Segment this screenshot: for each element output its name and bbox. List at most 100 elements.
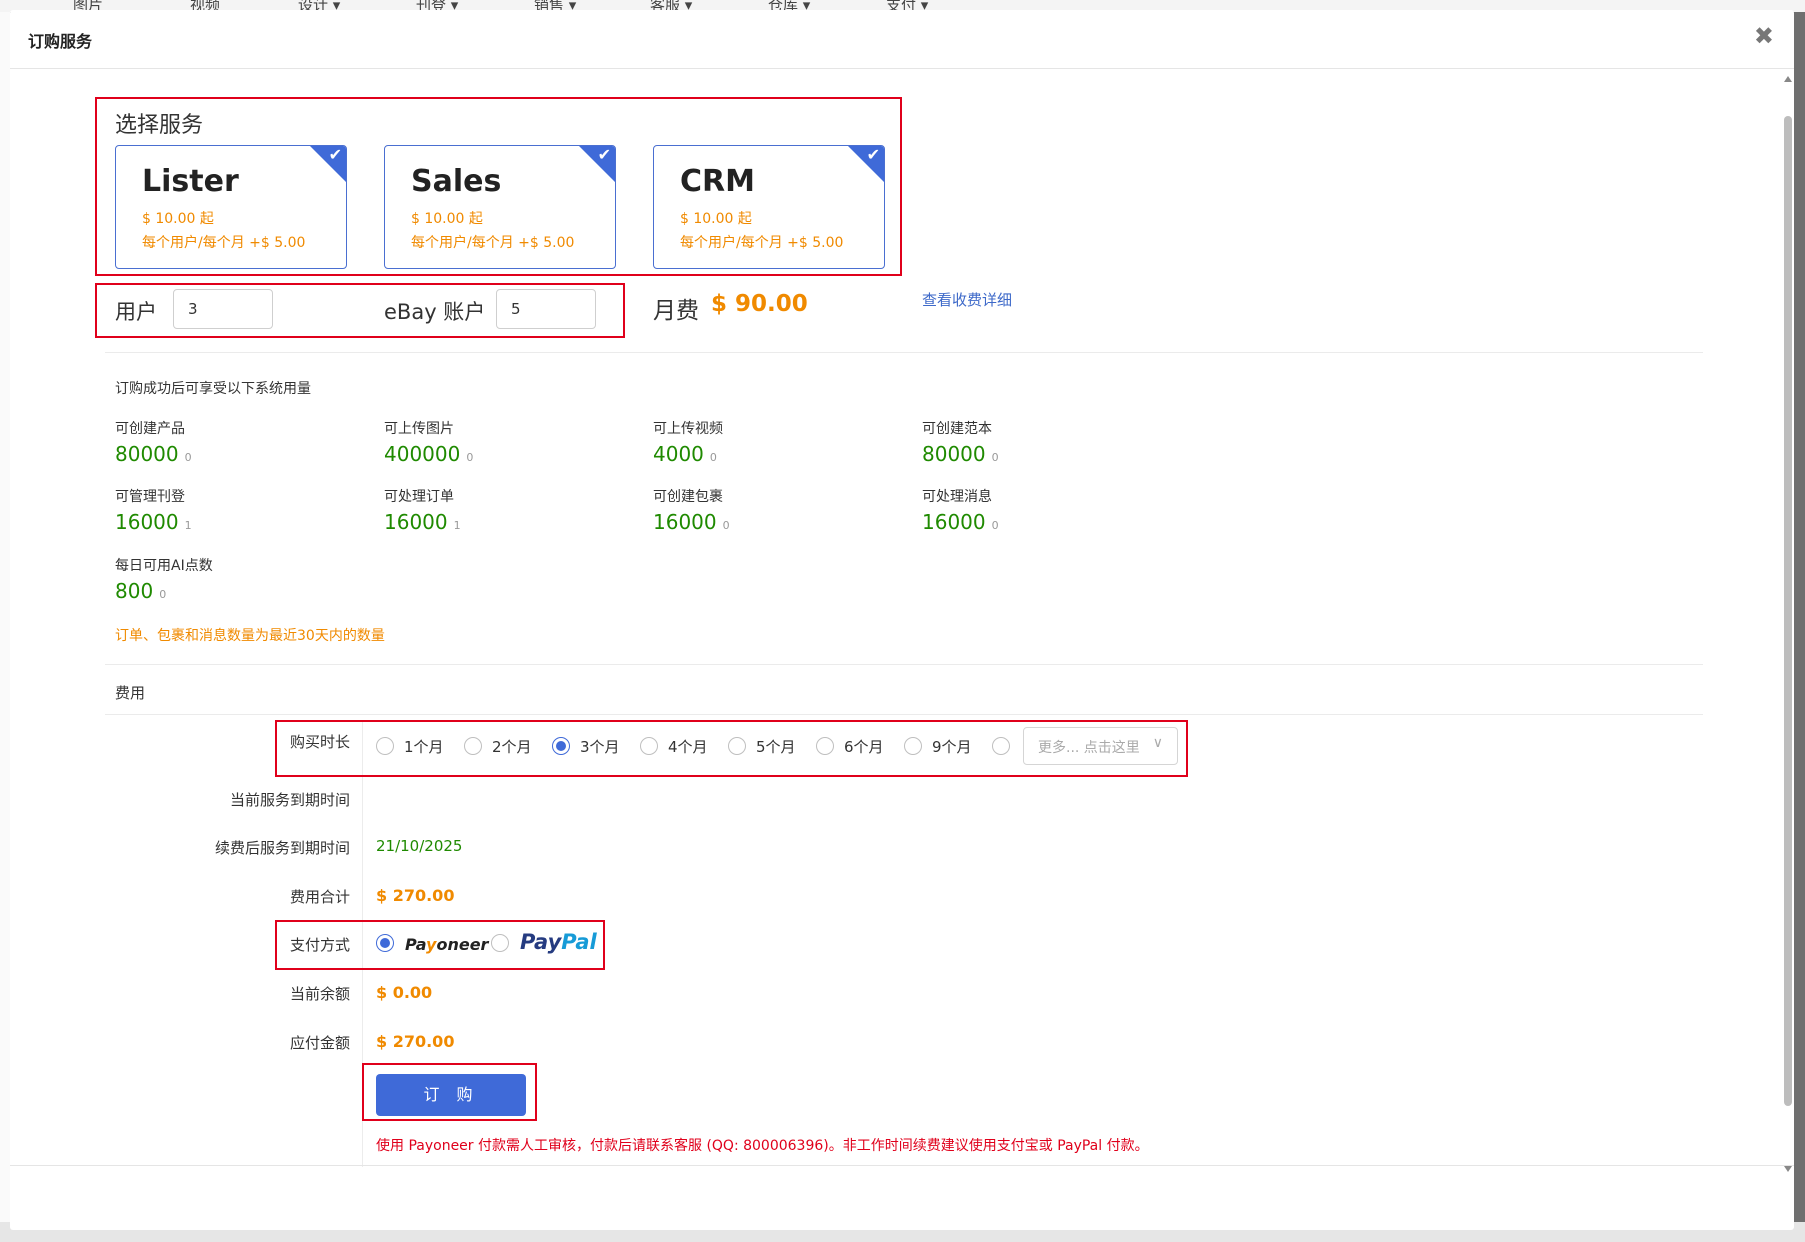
duration-option-label: 5个月 — [756, 738, 796, 756]
quota-value: 80000 — [115, 442, 179, 466]
duration-radio-2[interactable] — [464, 737, 482, 755]
services-heading: 选择服务 — [115, 113, 204, 138]
duration-option-label: 9个月 — [932, 738, 972, 756]
duration-option-label: 1个月 — [404, 738, 444, 756]
paypal-logo[interactable]: PayPal — [520, 930, 597, 954]
ebay-accounts-label: eBay 账户 — [384, 300, 486, 324]
renewed-expiry-label: 续费后服务到期时间 — [214, 839, 350, 857]
quota-item: 可创建产品 80000 0 — [115, 418, 192, 466]
quota-item: 可管理刊登 16000 1 — [115, 486, 192, 534]
quota-value: 400000 — [384, 442, 461, 466]
service-card-sales[interactable]: ✔ Sales $ 10.00 起 每个用户/每个月 +$ 5.00 — [384, 145, 616, 269]
duration-radio-4[interactable] — [640, 737, 658, 755]
quota-label: 可处理订单 — [384, 489, 454, 505]
service-card-crm[interactable]: ✔ CRM $ 10.00 起 每个用户/每个月 +$ 5.00 — [653, 145, 885, 269]
duration-option-label: 3个月 — [580, 738, 620, 756]
payoneer-logo[interactable]: Payoneer — [405, 935, 488, 954]
quota-item: 可上传视频 4000 0 — [653, 418, 723, 466]
modal-header: 订购服务 ✖ — [10, 10, 1794, 69]
close-icon[interactable]: ✖ — [1754, 24, 1774, 48]
scrollbar-thumb[interactable] — [1784, 116, 1792, 1106]
quota-note: 订单、包裹和消息数量为最近30天内的数量 — [115, 628, 385, 644]
payable-value: $ 270.00 — [376, 1032, 455, 1051]
users-input[interactable] — [173, 289, 273, 329]
quota-label: 可创建产品 — [115, 421, 185, 437]
cost-section-title: 费用 — [115, 684, 146, 702]
quota-used: 0 — [466, 451, 474, 464]
renewed-expiry-value: 21/10/2025 — [376, 837, 463, 855]
divider — [105, 352, 1703, 353]
quota-used: 0 — [184, 451, 192, 464]
duration-option-label: 2个月 — [492, 738, 532, 756]
order-service-modal: 订购服务 ✖ 选择服务 ✔ Lister $ 10.00 起 每个用户/每个月 … — [10, 10, 1794, 1230]
payable-label: 应付金额 — [289, 1034, 350, 1052]
ebay-accounts-input[interactable] — [496, 289, 596, 329]
scrollbar[interactable] — [1782, 76, 1794, 1172]
quota-item: 可创建包裹 16000 0 — [653, 486, 730, 534]
quota-item: 可上传图片 400000 0 — [384, 418, 473, 466]
current-expiry-label: 当前服务到期时间 — [229, 791, 350, 809]
quota-item: 每日可用AI点数 800 0 — [115, 555, 213, 603]
quota-value: 16000 — [384, 510, 448, 534]
payoneer-warning: 使用 Payoneer 付款需人工审核，付款后请联系客服 (QQ: 800006… — [376, 1138, 1149, 1154]
divider — [105, 664, 1703, 665]
duration-option-label: 4个月 — [668, 738, 708, 756]
duration-radio-6[interactable] — [816, 737, 834, 755]
modal-title: 订购服务 — [28, 32, 93, 51]
quota-value: 16000 — [922, 510, 986, 534]
service-per-user-price: 每个用户/每个月 +$ 5.00 — [680, 235, 844, 251]
duration-radio-5[interactable] — [728, 737, 746, 755]
quota-value: 800 — [115, 579, 154, 603]
fee-detail-link[interactable]: 查看收费详细 — [922, 289, 1012, 310]
quota-item: 可处理订单 16000 1 — [384, 486, 461, 534]
quota-label: 可创建范本 — [922, 421, 992, 437]
duration-option-label: 6个月 — [844, 738, 884, 756]
service-per-user-price: 每个用户/每个月 +$ 5.00 — [142, 235, 306, 251]
quota-label: 可创建包裹 — [653, 489, 723, 505]
quota-used: 0 — [159, 588, 167, 601]
payment-radio-paypal[interactable] — [491, 934, 509, 952]
quota-intro: 订购成功后可享受以下系统用量 — [115, 381, 311, 397]
quota-value: 16000 — [653, 510, 717, 534]
service-per-user-price: 每个用户/每个月 +$ 5.00 — [411, 235, 575, 251]
quota-item: 可创建范本 80000 0 — [922, 418, 999, 466]
quota-value: 80000 — [922, 442, 986, 466]
quota-label: 可管理刊登 — [115, 489, 185, 505]
balance-value: $ 0.00 — [376, 983, 433, 1002]
duration-radio-more[interactable] — [992, 737, 1010, 755]
monthly-fee-amount: $ 90.00 — [711, 291, 808, 317]
check-icon: ✔ — [597, 145, 611, 164]
total-label: 费用合计 — [289, 888, 350, 906]
modal-footer-divider — [10, 1165, 1794, 1166]
quota-used: 0 — [991, 451, 999, 464]
check-icon: ✔ — [866, 145, 880, 164]
total-value: $ 270.00 — [376, 886, 455, 905]
duration-radio-9[interactable] — [904, 737, 922, 755]
quota-value: 16000 — [115, 510, 179, 534]
background-page-edge — [0, 12, 10, 1242]
service-name: CRM — [680, 164, 755, 199]
quota-used: 1 — [453, 519, 461, 532]
quota-label: 可上传视频 — [653, 421, 723, 437]
service-price: $ 10.00 起 — [411, 211, 483, 227]
service-card-lister[interactable]: ✔ Lister $ 10.00 起 每个用户/每个月 +$ 5.00 — [115, 145, 347, 269]
balance-label: 当前余额 — [289, 985, 350, 1003]
quota-label: 可上传图片 — [384, 421, 454, 437]
quota-used: 0 — [709, 451, 717, 464]
scroll-up-icon[interactable] — [1784, 76, 1792, 82]
service-price: $ 10.00 起 — [142, 211, 214, 227]
quota-used: 1 — [184, 519, 192, 532]
more-duration-select[interactable]: 更多... 点击这里 ∨ — [1023, 727, 1178, 765]
duration-radio-1[interactable] — [376, 737, 394, 755]
scroll-down-icon[interactable] — [1784, 1166, 1792, 1172]
users-label: 用户 — [115, 300, 157, 324]
more-duration-placeholder: 更多... 点击这里 — [1038, 740, 1140, 756]
payment-radio-payoneer[interactable] — [376, 934, 394, 952]
check-icon: ✔ — [328, 145, 342, 164]
service-name: Lister — [142, 164, 239, 199]
duration-radio-3[interactable] — [552, 737, 570, 755]
chevron-down-icon: ∨ — [1152, 735, 1163, 751]
quota-used: 0 — [991, 519, 999, 532]
buy-button[interactable]: 订 购 — [376, 1074, 526, 1116]
quota-used: 0 — [722, 519, 730, 532]
